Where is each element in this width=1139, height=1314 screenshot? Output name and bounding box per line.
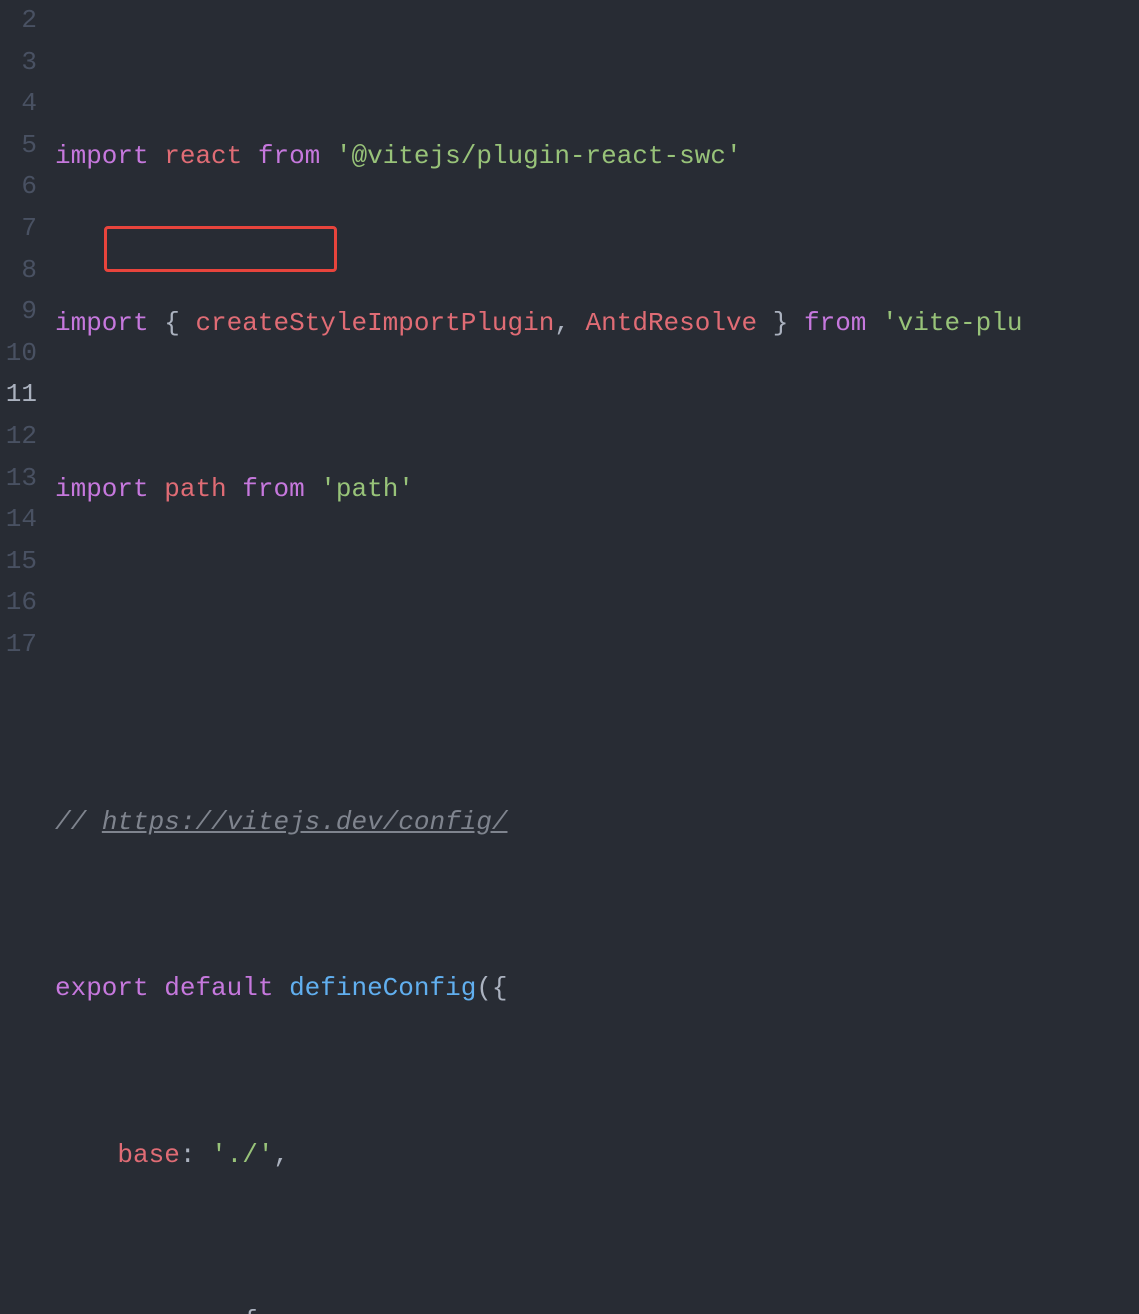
keyword-import: import xyxy=(55,474,149,504)
line-number: 14 xyxy=(0,499,37,541)
line-number: 4 xyxy=(0,83,37,125)
line-number: 2 xyxy=(0,0,37,42)
highlight-annotation xyxy=(104,226,337,272)
line-number: 15 xyxy=(0,541,37,583)
colon: : xyxy=(180,1140,196,1170)
brace: { xyxy=(164,308,180,338)
line-number: 9 xyxy=(0,291,37,333)
brace: } xyxy=(773,308,789,338)
line-number: 3 xyxy=(0,42,37,84)
line-number: 8 xyxy=(0,250,37,292)
line-number-gutter: 2 3 4 5 6 7 8 9 10 11 12 13 14 15 16 17 xyxy=(0,0,55,657)
paren: ( xyxy=(476,973,492,1003)
brace: { xyxy=(242,1306,258,1314)
line-number-active: 11 xyxy=(0,374,37,416)
brace: { xyxy=(492,973,508,1003)
code-line[interactable]: base: './', xyxy=(55,1135,1139,1177)
code-line[interactable]: server: { xyxy=(55,1301,1139,1314)
code-line[interactable]: import react from '@vitejs/plugin-react-… xyxy=(55,136,1139,178)
keyword-from: from xyxy=(258,141,320,171)
comma: , xyxy=(554,308,570,338)
string-literal: 'path' xyxy=(320,474,414,504)
line-number: 13 xyxy=(0,458,37,500)
keyword-import: import xyxy=(55,141,149,171)
colon: : xyxy=(211,1306,227,1314)
string-literal: 'vite-plu xyxy=(882,308,1022,338)
keyword-from: from xyxy=(242,474,304,504)
string-literal: './' xyxy=(211,1140,273,1170)
comma: , xyxy=(273,1140,289,1170)
identifier: AntdResolve xyxy=(586,308,758,338)
keyword-from: from xyxy=(804,308,866,338)
line-number: 6 xyxy=(0,166,37,208)
comment-link[interactable]: https://vitejs.dev/config/ xyxy=(102,807,508,837)
identifier: path xyxy=(164,474,226,504)
property: server xyxy=(117,1306,211,1314)
line-number: 5 xyxy=(0,125,37,167)
keyword-import: import xyxy=(55,308,149,338)
code-line[interactable]: import path from 'path' xyxy=(55,469,1139,511)
identifier: react xyxy=(164,141,242,171)
code-line[interactable]: export default defineConfig({ xyxy=(55,968,1139,1010)
line-number: 7 xyxy=(0,208,37,250)
code-line[interactable]: import { createStyleImportPlugin, AntdRe… xyxy=(55,303,1139,345)
line-number: 12 xyxy=(0,416,37,458)
property: base xyxy=(117,1140,179,1170)
line-number: 10 xyxy=(0,333,37,375)
comment: // https://vitejs.dev/config/ xyxy=(55,807,507,837)
function-call: defineConfig xyxy=(289,973,476,1003)
code-editor[interactable]: 2 3 4 5 6 7 8 9 10 11 12 13 14 15 16 17 … xyxy=(0,0,1139,657)
line-number: 17 xyxy=(0,624,37,666)
string-literal: '@vitejs/plugin-react-swc' xyxy=(336,141,742,171)
code-line[interactable]: // https://vitejs.dev/config/ xyxy=(55,802,1139,844)
code-line-empty[interactable] xyxy=(55,636,1139,678)
code-content[interactable]: import react from '@vitejs/plugin-react-… xyxy=(55,0,1139,657)
identifier: createStyleImportPlugin xyxy=(195,308,554,338)
keyword-default: default xyxy=(164,973,273,1003)
line-number: 16 xyxy=(0,582,37,624)
keyword-export: export xyxy=(55,973,149,1003)
